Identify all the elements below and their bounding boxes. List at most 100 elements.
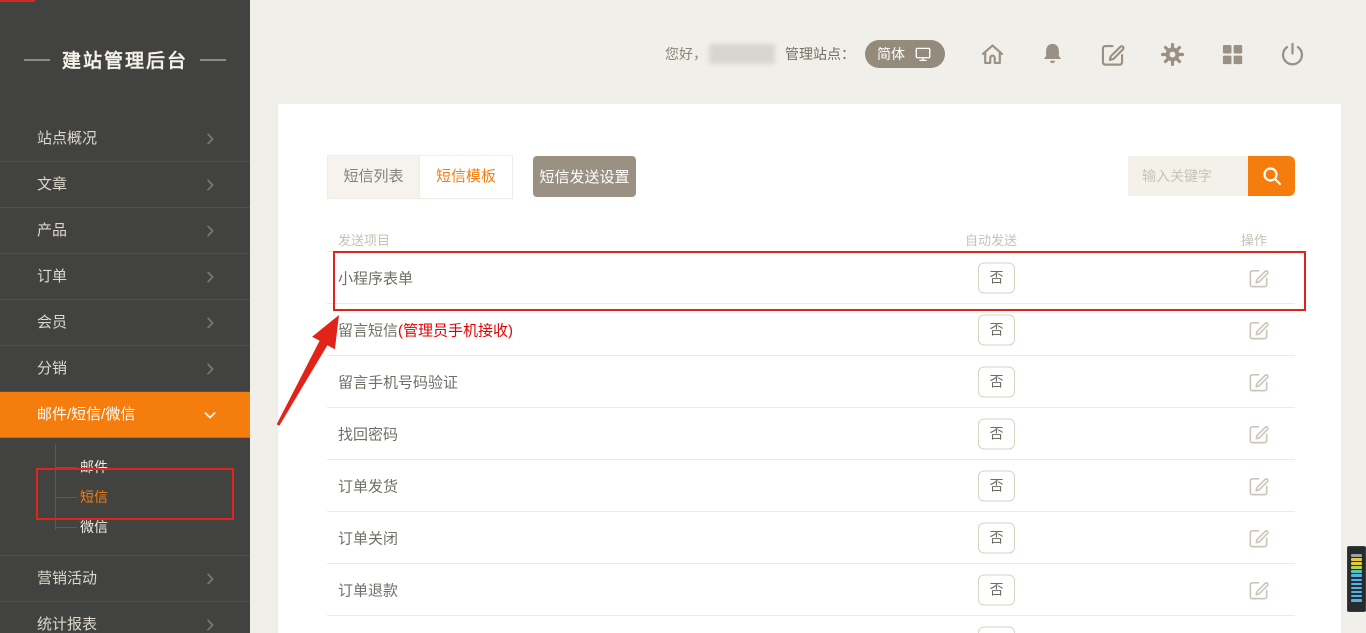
sidebar-submenu: 邮件 短信 微信 <box>0 438 250 556</box>
row-edit-button[interactable] <box>1247 370 1270 393</box>
edit-icon[interactable] <box>1099 41 1126 68</box>
chevron-down-icon <box>202 407 218 423</box>
auto-send-toggle[interactable]: 否 <box>978 574 1015 605</box>
auto-send-toggle[interactable]: 否 <box>978 418 1015 449</box>
search-bar <box>1128 156 1295 196</box>
sidebar-title: 建站管理后台 <box>0 46 250 73</box>
search-icon <box>1260 164 1284 188</box>
sidebar-subitem-mail[interactable]: 邮件 <box>0 452 250 482</box>
row-name: 留言短信(管理员手机接收) <box>338 319 513 340</box>
col-send-item: 发送项目 <box>338 230 390 249</box>
username-redacted <box>709 44 775 64</box>
gear-icon[interactable] <box>1159 41 1186 68</box>
edit-icon <box>1247 370 1270 393</box>
row-edit-button[interactable] <box>1247 578 1270 601</box>
home-icon[interactable] <box>979 41 1006 68</box>
power-icon[interactable] <box>1279 41 1306 68</box>
chevron-right-icon <box>202 617 218 633</box>
auto-send-toggle[interactable]: 否 <box>978 470 1015 501</box>
row-edit-button[interactable] <box>1247 266 1270 289</box>
tab-sms-list[interactable]: 短信列表 <box>328 156 420 198</box>
manage-site-label: 管理站点： <box>785 44 855 64</box>
sms-send-settings-button[interactable]: 短信发送设置 <box>533 156 636 197</box>
auto-send-toggle[interactable]: 否 <box>978 522 1015 553</box>
sidebar-item-label: 产品 <box>37 222 67 239</box>
edit-icon <box>1247 266 1270 289</box>
row-edit-button[interactable] <box>1247 318 1270 341</box>
sidebar-item-label: 文章 <box>37 176 67 193</box>
tab-sms-template[interactable]: 短信模板 <box>420 156 512 198</box>
col-auto-send: 自动发送 <box>965 230 1017 249</box>
row-name: 小程序表单 <box>338 267 413 288</box>
tab-group: 短信列表 短信模板 <box>327 155 513 199</box>
auto-send-toggle[interactable]: 否 <box>978 262 1015 293</box>
sidebar-item-label: 站点概况 <box>37 130 97 147</box>
sidebar-item-label: 营销活动 <box>37 570 97 587</box>
sidebar-subitem-sms[interactable]: 短信 <box>0 482 250 512</box>
row-name: 留言手机号码验证 <box>338 371 458 392</box>
row-edit-button[interactable] <box>1247 526 1270 549</box>
auto-send-toggle[interactable]: 否 <box>978 626 1015 633</box>
sidebar-title-text: 建站管理后台 <box>62 46 188 73</box>
chevron-right-icon <box>202 223 218 239</box>
page: 建站管理后台 站点概况 文章 产品 订单 会员 <box>0 0 1366 633</box>
greeting-text: 您好， <box>665 44 707 64</box>
row-name-text: 订单关闭 <box>338 530 398 547</box>
language-pill-label: 简体 <box>877 44 905 64</box>
row-name-suffix: (管理员手机接收) <box>398 322 513 339</box>
sidebar-item-statistics[interactable]: 统计报表 <box>0 602 250 633</box>
table-row: 订单退款 否 <box>327 564 1295 616</box>
bell-icon[interactable] <box>1039 41 1066 68</box>
sidebar: 建站管理后台 站点概况 文章 产品 订单 会员 <box>0 0 250 633</box>
chevron-right-icon <box>202 361 218 377</box>
subitem-label: 微信 <box>80 519 108 535</box>
sidebar-menu: 站点概况 文章 产品 订单 会员 分销 <box>0 116 250 633</box>
table-header: 发送项目 自动发送 操作 <box>327 230 1295 252</box>
row-edit-button[interactable] <box>1247 474 1270 497</box>
search-input[interactable] <box>1128 156 1248 196</box>
language-pill[interactable]: 简体 <box>865 40 945 68</box>
sidebar-item-distribution[interactable]: 分销 <box>0 346 250 392</box>
auto-send-toggle[interactable]: 否 <box>978 366 1015 397</box>
sidebar-item-marketing[interactable]: 营销活动 <box>0 556 250 602</box>
chevron-right-icon <box>202 177 218 193</box>
sidebar-item-mail-sms-wechat[interactable]: 邮件/短信/微信 <box>0 392 250 438</box>
table-row: 订单关闭 否 <box>327 512 1295 564</box>
table-row: 找回密码 否 <box>327 408 1295 460</box>
edit-icon <box>1247 474 1270 497</box>
row-name-text: 小程序表单 <box>338 270 413 287</box>
row-name-text: 留言手机号码验证 <box>338 374 458 391</box>
auto-send-toggle[interactable]: 否 <box>978 314 1015 345</box>
table-row: 留言短信(管理员手机接收) 否 <box>327 304 1295 356</box>
top-header: 您好， 管理站点： 简体 <box>250 0 1366 104</box>
title-dash-left <box>24 59 50 61</box>
floating-widget[interactable] <box>1347 546 1366 612</box>
sidebar-item-products[interactable]: 产品 <box>0 208 250 254</box>
chevron-right-icon <box>202 571 218 587</box>
sidebar-item-label: 订单 <box>37 268 67 285</box>
floating-widget-stripes <box>1351 554 1362 602</box>
row-name-text: 找回密码 <box>338 426 398 443</box>
sidebar-item-label: 分销 <box>37 360 67 377</box>
subitem-label: 邮件 <box>80 459 108 475</box>
header-icon-bar <box>979 41 1306 68</box>
sidebar-item-site-overview[interactable]: 站点概况 <box>0 116 250 162</box>
sidebar-item-members[interactable]: 会员 <box>0 300 250 346</box>
sidebar-subitem-wechat[interactable]: 微信 <box>0 512 250 542</box>
title-dash-right <box>200 59 226 61</box>
row-name: 找回密码 <box>338 423 398 444</box>
row-edit-button[interactable] <box>1247 422 1270 445</box>
row-name: 订单退款 <box>338 579 398 600</box>
sidebar-item-articles[interactable]: 文章 <box>0 162 250 208</box>
grid-icon[interactable] <box>1219 41 1246 68</box>
edit-icon <box>1247 526 1270 549</box>
edit-icon <box>1247 318 1270 341</box>
sms-template-table: 发送项目 自动发送 操作 小程序表单 否 留言短信(管理员手机接收) 否 留言手… <box>327 230 1295 633</box>
sidebar-item-orders[interactable]: 订单 <box>0 254 250 300</box>
table-row: 订单发货 否 <box>327 460 1295 512</box>
col-actions: 操作 <box>1241 230 1267 249</box>
search-button[interactable] <box>1248 156 1295 196</box>
sidebar-item-label: 会员 <box>37 314 67 331</box>
row-name-text: 订单退款 <box>338 582 398 599</box>
content-card: 短信列表 短信模板 短信发送设置 发送项目 自动发送 操作 小程序表单 否 留言… <box>278 104 1341 633</box>
